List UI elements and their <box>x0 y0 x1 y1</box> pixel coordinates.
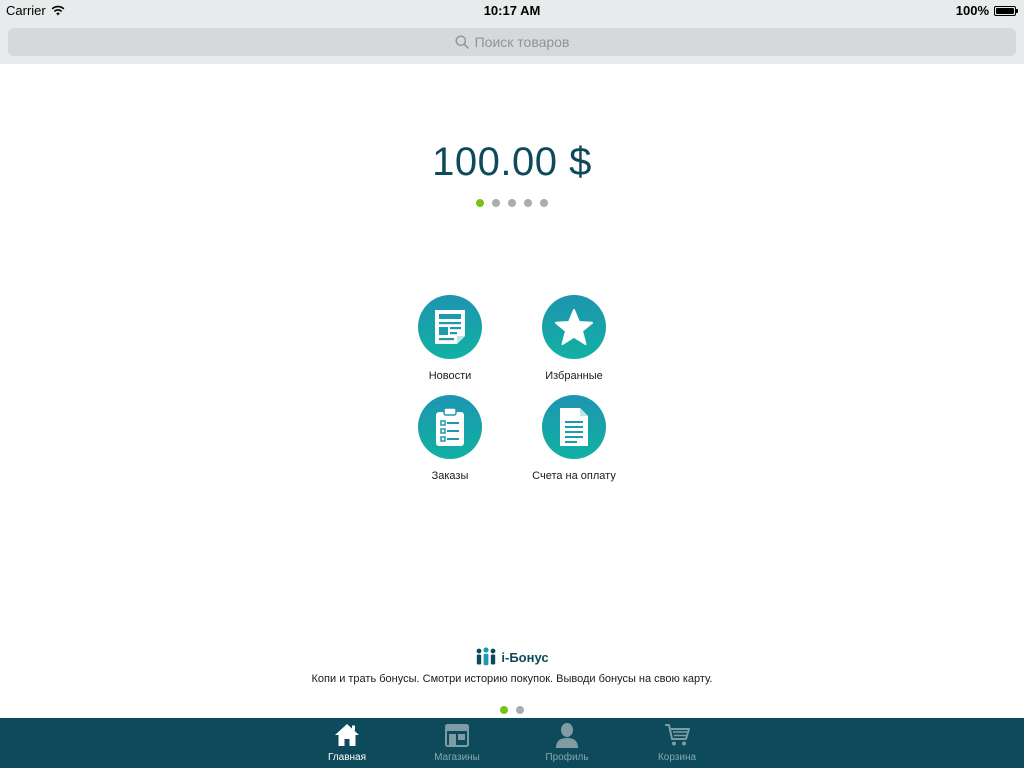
tab-profile[interactable]: Профиль <box>527 718 607 768</box>
search-input[interactable]: Поиск товаров <box>8 28 1016 56</box>
news-button[interactable] <box>418 295 482 359</box>
tab-icon-wrap <box>445 722 469 748</box>
status-bar: Carrier 10:17 AM 100% <box>0 0 1024 22</box>
tab-icon-wrap <box>334 722 360 748</box>
brand-logo: i-Бонус <box>0 647 1024 667</box>
menu-item-news[interactable]: Новости <box>380 295 520 391</box>
menu-label: Счета на оплату <box>532 470 616 482</box>
pager-dot[interactable] <box>540 199 548 207</box>
menu-item-favorites[interactable]: Избранные <box>504 295 644 391</box>
brand-name: i-Бонус <box>501 649 549 665</box>
invoice-document-icon <box>560 408 588 446</box>
battery-percent: 100% <box>955 3 989 18</box>
favorites-button[interactable] <box>542 295 606 359</box>
tab-stores[interactable]: Магазины <box>417 718 497 768</box>
menu-label: Избранные <box>545 370 603 382</box>
menu-label: Новости <box>428 370 472 382</box>
orders-button[interactable] <box>418 395 482 459</box>
clock: 10:17 AM <box>483 3 541 18</box>
pager-dot[interactable] <box>524 199 532 207</box>
pager-dot[interactable] <box>500 706 508 714</box>
app-screen: Carrier 10:17 AM 100% Поиск товаров 100.… <box>0 0 1024 768</box>
profile-icon <box>556 723 578 748</box>
promo-pager[interactable] <box>0 706 1024 714</box>
pager-dot[interactable] <box>508 199 516 207</box>
battery-icon <box>994 5 1018 16</box>
menu-item-invoices[interactable]: Счета на оплату <box>504 395 644 491</box>
cart-icon <box>665 724 690 746</box>
tab-label: Корзина <box>657 752 697 763</box>
pager-dot[interactable] <box>476 199 484 207</box>
tab-label: Магазины <box>434 752 480 763</box>
tab-bar: Главная Магазины Профиль Корзина <box>0 718 1024 768</box>
menu-label: Заказы <box>431 470 469 482</box>
tab-icon-wrap <box>664 722 690 748</box>
search-placeholder: Поиск товаров <box>474 34 570 50</box>
tab-label: Профиль <box>545 752 589 763</box>
battery-fill <box>996 7 1014 14</box>
search-icon <box>455 35 469 49</box>
star-icon <box>555 309 593 345</box>
invoices-button[interactable] <box>542 395 606 459</box>
newspaper-icon <box>435 310 465 344</box>
promo-tagline: Копи и трать бонусы. Смотри историю поку… <box>311 673 713 685</box>
tab-cart[interactable]: Корзина <box>637 718 717 768</box>
tab-home[interactable]: Главная <box>307 718 387 768</box>
home-icon <box>335 724 359 746</box>
tab-icon-wrap <box>555 722 579 748</box>
pager-dot[interactable] <box>516 706 524 714</box>
balance-pager[interactable] <box>0 199 1024 207</box>
clipboard-icon <box>436 407 464 446</box>
people-group-icon <box>476 647 496 666</box>
balance-amount: 100.00 $ <box>432 140 592 184</box>
search-bar: Поиск товаров <box>0 22 1024 64</box>
tab-label: Главная <box>327 752 367 763</box>
menu-item-orders[interactable]: Заказы <box>380 395 520 491</box>
store-icon <box>445 724 469 747</box>
status-right: 100% <box>955 3 1018 18</box>
pager-dot[interactable] <box>492 199 500 207</box>
